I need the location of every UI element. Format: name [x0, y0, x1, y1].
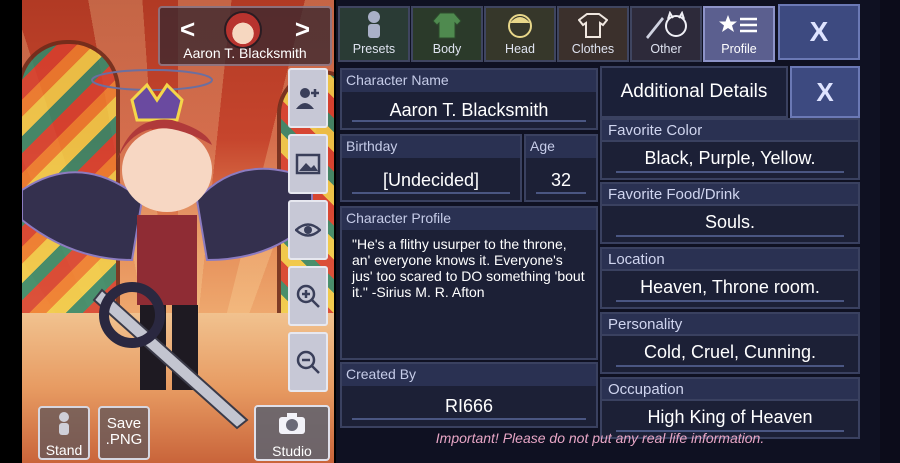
favorite-color-input[interactable]: Black, Purple, Yellow. — [600, 142, 860, 180]
save-png-button[interactable]: Save .PNG — [98, 406, 150, 460]
birthday-input[interactable]: [Undecided] — [342, 158, 520, 191]
mannequin-icon — [368, 11, 380, 38]
tab-body-label: Body — [432, 42, 462, 56]
shirt-icon — [578, 13, 608, 38]
tab-presets[interactable]: Presets — [338, 6, 410, 62]
zoom-in-button[interactable] — [288, 266, 328, 326]
character-avatar — [224, 11, 262, 49]
favorite-color-field: Favorite Color Black, Purple, Yellow. — [600, 118, 860, 180]
location-header: Location — [600, 247, 860, 271]
tab-head-label: Head — [505, 42, 535, 56]
tab-body[interactable]: Body — [411, 6, 483, 62]
birthday-underline — [352, 192, 510, 194]
personality-input[interactable]: Cold, Cruel, Cunning. — [600, 336, 860, 374]
tab-profile-label: Profile — [721, 42, 757, 56]
close-editor-button[interactable]: X — [778, 4, 860, 60]
favorite-color-header: Favorite Color — [600, 118, 860, 142]
add-person-icon — [296, 88, 319, 109]
character-name-label: Aaron T. Blacksmith — [183, 45, 307, 61]
eye-icon — [295, 223, 321, 237]
zoom-out-button[interactable] — [288, 332, 328, 392]
tool-column — [288, 68, 330, 398]
prev-character-button[interactable]: < — [180, 14, 195, 45]
tab-other[interactable]: Other — [630, 6, 702, 62]
tab-head[interactable]: Head — [484, 6, 556, 62]
character-name-box: Character Name Aaron T. Blacksmith — [340, 68, 598, 130]
camera-icon — [279, 413, 305, 434]
tab-presets-label: Presets — [352, 42, 396, 56]
star-list-icon — [719, 15, 757, 33]
studio-label: Studio — [272, 443, 312, 459]
age-header: Age — [526, 136, 596, 158]
age-input[interactable]: 32 — [526, 158, 596, 191]
created-by-input[interactable]: RI666 — [342, 386, 596, 417]
privacy-warning: Important! Please do not put any real li… — [435, 430, 765, 446]
person-icon — [59, 412, 69, 435]
background-button[interactable] — [288, 134, 328, 194]
birthday-box: Birthday [Undecided] — [340, 134, 522, 202]
studio-button[interactable]: Studio — [254, 405, 330, 461]
tab-other-label: Other — [650, 42, 682, 56]
age-underline — [536, 192, 586, 194]
location-input[interactable]: Heaven, Throne room. — [600, 271, 860, 309]
tab-clothes-label: Clothes — [571, 42, 615, 56]
face-icon — [508, 14, 532, 38]
left-black-edge — [0, 0, 22, 463]
occupation-header: Occupation — [600, 377, 860, 401]
created-by-header: Created By — [342, 364, 596, 386]
character-name-input[interactable]: Aaron T. Blacksmith — [342, 92, 596, 121]
right-edge — [880, 0, 900, 463]
png-label: .PNG — [105, 431, 143, 448]
age-box: Age 32 — [524, 134, 598, 202]
additional-details-title: Additional Details — [600, 66, 788, 118]
image-icon — [295, 153, 321, 175]
created-by-underline — [352, 418, 586, 420]
favorite-food-input[interactable]: Souls. — [600, 206, 860, 244]
zoom-out-icon — [296, 350, 320, 374]
save-label: Save — [106, 415, 142, 432]
tab-clothes[interactable]: Clothes — [557, 6, 629, 62]
tab-profile[interactable]: Profile — [703, 6, 775, 62]
birthday-header: Birthday — [342, 136, 520, 158]
character-name-header: Character Name — [342, 70, 596, 92]
additional-details-panel: Additional Details X Favorite Color Blac… — [600, 66, 862, 440]
character-profile-box: Character Profile "He's a flithy usurper… — [340, 206, 598, 360]
favorite-food-field: Favorite Food/Drink Souls. — [600, 182, 860, 244]
add-character-button[interactable] — [288, 68, 328, 128]
character-switcher: < > Aaron T. Blacksmith — [158, 6, 332, 66]
character-name-underline — [352, 120, 586, 122]
stand-label: Stand — [45, 442, 83, 458]
character-profile-textarea[interactable]: "He's a flithy usurper to the throne, an… — [342, 230, 596, 306]
visibility-button[interactable] — [288, 200, 328, 260]
personality-field: Personality Cold, Cruel, Cunning. — [600, 312, 860, 374]
favorite-food-header: Favorite Food/Drink — [600, 182, 860, 206]
character-figure[interactable] — [22, 60, 322, 430]
location-field: Location Heaven, Throne room. — [600, 247, 860, 309]
zoom-in-icon — [296, 284, 320, 308]
character-profile-header: Character Profile — [342, 208, 596, 230]
sword-cat-icon — [646, 11, 687, 39]
created-by-box: Created By RI666 — [340, 362, 598, 428]
next-character-button[interactable]: > — [295, 14, 310, 45]
stand-button[interactable]: Stand — [38, 406, 90, 460]
jacket-icon — [432, 12, 462, 39]
close-details-button[interactable]: X — [790, 66, 860, 118]
personality-header: Personality — [600, 312, 860, 336]
